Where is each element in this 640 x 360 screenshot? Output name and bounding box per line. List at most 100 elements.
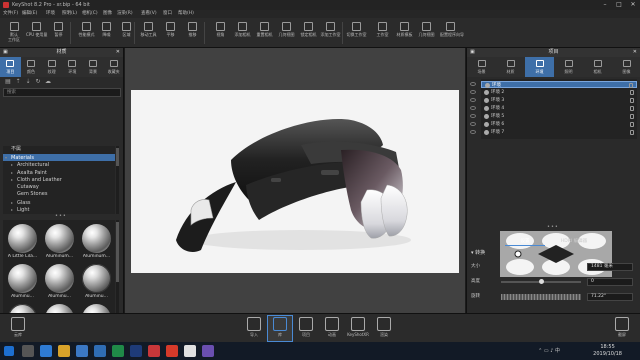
cloud-library-button[interactable]: 云库 [6, 316, 30, 341]
tree-item[interactable]: 不属 [3, 146, 115, 153]
geometry-view-button-2[interactable]: 几何视图 [416, 20, 437, 46]
folder-icon[interactable] [58, 345, 70, 357]
environment-item[interactable]: 环境 7 [481, 129, 637, 136]
project-button[interactable]: 项目 [294, 316, 318, 341]
splitter-handle[interactable]: ••• [55, 213, 67, 219]
add-camera-button[interactable]: 添加相机 [232, 20, 253, 46]
splitter-handle[interactable]: ••• [547, 224, 559, 230]
minimize-button[interactable]: – [598, 0, 612, 10]
excel-icon[interactable] [112, 345, 124, 357]
render-viewport[interactable] [125, 48, 465, 313]
geometry-view-button[interactable]: 几何视图 [276, 20, 297, 46]
system-tray[interactable]: ⌃ ▭ ♪ 中 [538, 347, 560, 354]
tree-scrollbar[interactable] [116, 146, 119, 214]
upload-icon[interactable]: ⇡ [14, 78, 22, 86]
visibility-eye-icon[interactable] [470, 82, 476, 86]
menu-environment[interactable]: 环境 [46, 10, 55, 18]
tree-item[interactable]: Cutaway [3, 184, 115, 191]
lock-icon[interactable] [630, 90, 634, 95]
render-canvas[interactable] [131, 90, 459, 273]
project-tab-3[interactable]: 照明 [554, 57, 583, 77]
search-input[interactable]: 搜索 [3, 88, 121, 97]
environment-item[interactable]: 环境 5 [481, 113, 637, 120]
refresh-icon[interactable]: ↻ [34, 78, 42, 86]
download-icon[interactable]: ⇣ [24, 78, 32, 86]
pin-icon[interactable]: ▣ [470, 48, 475, 57]
photoshop-icon[interactable] [130, 345, 142, 357]
tree-item[interactable]: ▸ Light [3, 206, 115, 213]
denoise-button[interactable]: 降噪 [96, 20, 117, 46]
project-tab-5[interactable]: 图像 [612, 57, 640, 77]
lock-icon[interactable] [629, 83, 633, 88]
search-icon[interactable] [22, 345, 34, 357]
material-thumbnail[interactable]: Aluminu... [43, 263, 76, 301]
pin-icon[interactable]: ▣ [3, 48, 8, 57]
slider-knob[interactable] [539, 279, 544, 284]
edge-icon[interactable] [40, 345, 52, 357]
word-icon[interactable] [94, 345, 106, 357]
panel-close-icon[interactable]: ✕ [633, 48, 637, 57]
project-tab-0[interactable]: 场景 [467, 57, 496, 77]
menu-image[interactable]: 图像 [103, 10, 112, 18]
project-tab-4[interactable]: 相机 [583, 57, 612, 77]
animation-button[interactable]: 动画 [320, 316, 344, 341]
screenshot-button[interactable]: 截屏 [610, 316, 634, 341]
ie-icon[interactable] [76, 345, 88, 357]
switch-studio-button[interactable]: 切换工作室 [346, 20, 367, 46]
pause-button[interactable]: 暂停 [48, 20, 69, 46]
folder-icon[interactable]: ▤ [4, 78, 12, 86]
menu-lighting[interactable]: 照明(L) [62, 10, 77, 18]
lock-icon[interactable] [630, 122, 634, 127]
region-button[interactable]: 区域 [116, 20, 137, 46]
app2-icon[interactable] [184, 345, 196, 357]
visibility-eye-icon[interactable] [470, 106, 476, 110]
visibility-eye-icon[interactable] [470, 90, 476, 94]
performance-mode-button[interactable]: 性能模式 [76, 20, 97, 46]
material-thumbnail[interactable]: A Little Lila... [6, 223, 39, 261]
lock-icon[interactable] [630, 114, 634, 119]
menu-file[interactable]: 文件(F) [3, 10, 18, 18]
dolly-button[interactable]: 推移 [182, 20, 203, 46]
import-button[interactable]: 导入 [242, 316, 266, 341]
clock[interactable]: 18:55 2019/10/18 [593, 344, 622, 358]
add-studio-button[interactable]: 添加工作室 [320, 20, 341, 46]
keyshot-taskbar-icon[interactable] [166, 345, 178, 357]
visibility-eye-icon[interactable] [470, 114, 476, 118]
library-tab-1[interactable]: 颜色 [21, 57, 42, 77]
material-thumbnail[interactable]: Aluminu... [80, 263, 113, 301]
rotation-gradient-slider[interactable] [501, 294, 581, 300]
environment-item[interactable]: 环境 6 [481, 121, 637, 128]
environment-item[interactable]: 环境 4 [481, 105, 637, 112]
lock-icon[interactable] [630, 98, 634, 103]
visibility-eye-icon[interactable] [470, 98, 476, 102]
project-tab-2[interactable]: 环境 [525, 57, 554, 77]
render-button[interactable]: 渲染 [372, 316, 396, 341]
visibility-eye-icon[interactable] [470, 122, 476, 126]
lock-icon[interactable] [630, 130, 634, 135]
material-template-button[interactable]: 材质模板 [394, 20, 415, 46]
studio-button[interactable]: 工作室 [372, 20, 393, 46]
cloud-icon[interactable]: ☁ [44, 78, 52, 86]
keyshotxr-button[interactable]: KeyShotXR [346, 316, 370, 341]
visibility-eye-icon[interactable] [470, 130, 476, 134]
environment-item[interactable]: 环境 [481, 81, 637, 88]
start-icon[interactable] [4, 346, 14, 356]
app-icon[interactable] [148, 345, 160, 357]
environment-item[interactable]: 环境 3 [481, 97, 637, 104]
material-thumbnail[interactable]: Aluminum... [43, 223, 76, 261]
material-thumbnail[interactable]: Aluminum... [80, 223, 113, 261]
library-tab-0[interactable]: 项目 [0, 57, 21, 77]
library-button[interactable]: 库 [267, 315, 293, 342]
library-tab-3[interactable]: 环境 [62, 57, 83, 77]
close-button[interactable]: ✕ [626, 0, 640, 10]
property-value-field[interactable]: 71.22° [587, 293, 633, 301]
lock-camera-button[interactable]: 锁定相机 [298, 20, 319, 46]
app3-icon[interactable] [202, 345, 214, 357]
section-title[interactable]: ▾ 转换 [471, 249, 485, 256]
menu-help[interactable]: 帮助(H) [178, 10, 194, 18]
material-thumbnail[interactable]: Aluminu... [6, 263, 39, 301]
tree-item[interactable]: Gem Stones [3, 191, 115, 198]
library-tab-2[interactable]: 纹理 [41, 57, 62, 77]
menu-render[interactable]: 渲染(R) [117, 10, 133, 18]
perspective-button[interactable]: 视角 [210, 20, 231, 46]
